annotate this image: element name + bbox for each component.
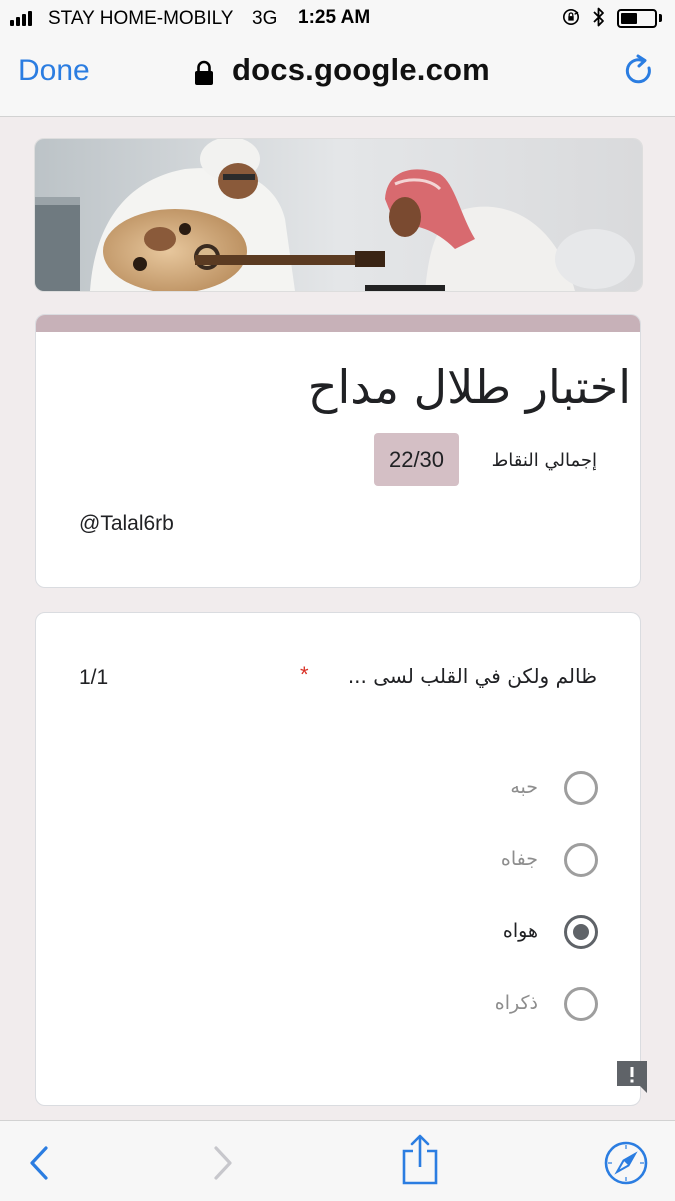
signal-strength-icon	[10, 10, 32, 26]
option-3-selected[interactable]: هواه	[420, 914, 600, 954]
option-label: هواه	[502, 920, 538, 942]
share-icon[interactable]	[400, 1133, 440, 1185]
required-asterisk: *	[300, 662, 309, 687]
option-1[interactable]: حبه	[420, 770, 600, 810]
rotation-lock-icon	[562, 8, 580, 26]
browser-nav-bar: Done docs.google.com	[0, 38, 675, 117]
chevron-right-icon[interactable]	[212, 1145, 234, 1181]
option-label: ذكراه	[494, 992, 538, 1014]
total-points-label: إجمالي النقاط	[491, 450, 597, 471]
lock-icon	[195, 60, 213, 85]
report-issue-icon[interactable]	[614, 1059, 650, 1095]
option-label: حبه	[510, 776, 538, 798]
browser-toolbar	[0, 1120, 675, 1201]
option-label: جفاه	[500, 848, 538, 870]
status-bar: STAY HOME-MOBILY 3G 1:25 AM	[0, 0, 675, 38]
bluetooth-icon	[593, 7, 604, 27]
question-points: 1/1	[79, 666, 109, 689]
radio-button[interactable]	[564, 987, 598, 1021]
header-accent-bar	[36, 315, 640, 332]
form-title: اختبار طلال مداح	[307, 360, 631, 414]
score-badge: 22/30	[374, 433, 459, 486]
banner-photo	[35, 139, 642, 291]
radio-button[interactable]	[564, 771, 598, 805]
battery-icon	[617, 9, 657, 28]
option-4[interactable]: ذكراه	[420, 986, 600, 1026]
done-button[interactable]: Done	[18, 54, 90, 88]
network-type: 3G	[252, 8, 278, 29]
question-text: ظالم ولكن في القلب لسى ...	[347, 664, 597, 688]
battery-fill	[621, 13, 637, 24]
clock: 1:25 AM	[298, 7, 371, 28]
radio-button[interactable]	[564, 843, 598, 877]
radio-button-checked[interactable]	[564, 915, 598, 949]
carrier-name: STAY HOME-MOBILY	[48, 8, 234, 29]
battery-tip	[659, 14, 662, 22]
form-header-image	[34, 138, 643, 292]
chevron-left-icon[interactable]	[28, 1145, 50, 1181]
form-description: @Talal6rb	[79, 512, 174, 535]
reload-icon[interactable]	[623, 54, 657, 88]
option-2[interactable]: جفاه	[420, 842, 600, 882]
url-display[interactable]: docs.google.com	[232, 52, 490, 88]
compass-icon[interactable]	[603, 1140, 649, 1186]
